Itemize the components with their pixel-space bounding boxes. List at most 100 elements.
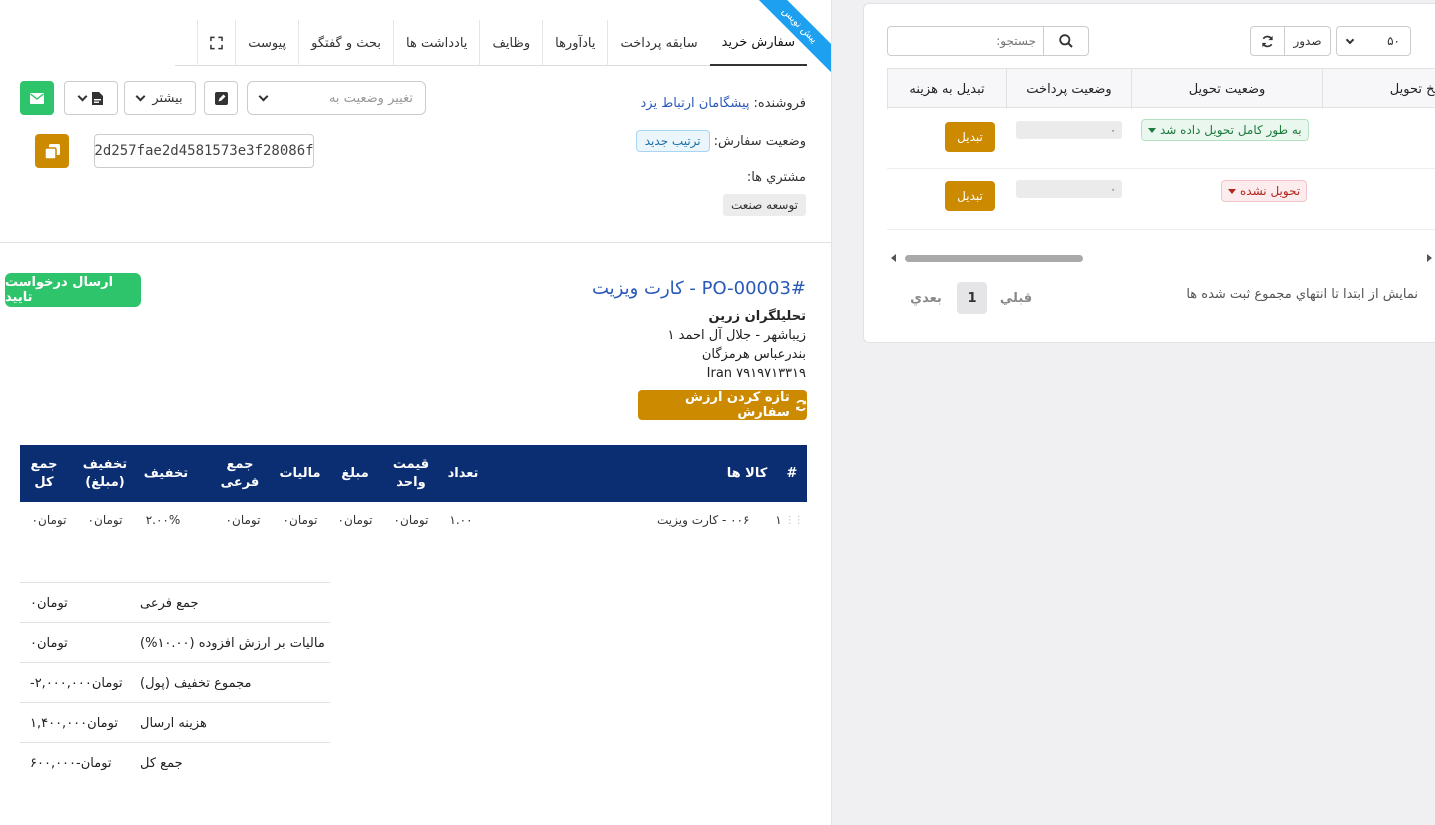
convert-button[interactable]: تبدیل: [945, 181, 995, 211]
more-label: بیشتر: [152, 90, 183, 106]
order-status-label: وضعیت سفارش:: [713, 133, 806, 149]
expand-icon: [210, 36, 224, 50]
edit-button[interactable]: [204, 81, 238, 115]
caret-down-icon: [1148, 127, 1156, 133]
deliveries-card: صدور ۵۰ تبدیل به هزینه وضعیت پرداخت وضعی…: [863, 3, 1435, 343]
address-line-company: تحلیلگران زرین: [708, 309, 806, 324]
header-unit-price: قیمت واحد: [392, 456, 430, 490]
export-button[interactable]: صدور: [1284, 26, 1331, 56]
order-status-badge: ترتیب جدید: [635, 130, 710, 152]
search-icon: [1059, 34, 1073, 48]
deliveries-table-header: تبدیل به هزینه وضعیت پرداخت وضعیت تحویل …: [887, 68, 1435, 109]
convert-button[interactable]: تبدیل: [945, 122, 995, 152]
summary-row-vat: مالیات بر ارزش افزوده (۱۰.۰۰%) ۰تومان: [20, 622, 330, 662]
header-discount-amount: تخفیف (مبلغ): [82, 456, 128, 490]
tab-discussion[interactable]: بحث و گفتگو: [298, 20, 393, 66]
row-unit-price: تومان۰: [393, 513, 429, 527]
chevron-down-icon: [258, 91, 269, 101]
page-size-value: ۵۰: [1387, 34, 1400, 48]
send-approval-button[interactable]: ارسال درخواست تایید: [5, 273, 141, 307]
vendor-row: فروشنده: پیشگامان ارتباط یزد: [640, 96, 806, 111]
items-table-header: # کالا ها تعداد قیمت واحد مبلغ مالیات جم…: [20, 445, 807, 502]
file-pdf-icon: [92, 91, 103, 105]
tab-payment-history[interactable]: سابقه پرداخت: [607, 20, 709, 66]
customer-tag: توسعه صنعت: [722, 194, 806, 216]
row-qty: ۱.۰۰: [449, 513, 473, 527]
items-table: # کالا ها تعداد قیمت واحد مبلغ مالیات جم…: [20, 445, 807, 538]
delivery-status-badge[interactable]: به طور کامل تحویل داده شد: [1141, 119, 1309, 141]
order-status-row: وضعیت سفارش: ترتیب جدید: [635, 130, 806, 152]
tab-tasks[interactable]: وظایف: [479, 20, 542, 66]
refresh-icon: [795, 399, 807, 411]
row-subtotal: تومان۰: [225, 513, 261, 527]
order-hash-field[interactable]: 2d257fae2d4581573e3f28086f: [94, 134, 314, 168]
customers-label: مشتري ها:: [746, 170, 806, 185]
header-qty: تعداد: [447, 465, 479, 481]
tab-notes[interactable]: یادداشت ها: [393, 20, 479, 66]
status-change-select[interactable]: تغییر وضعیت به: [247, 81, 426, 115]
tab-reminders[interactable]: یادآورها: [542, 20, 607, 66]
chevron-down-icon: [135, 91, 146, 101]
reload-button[interactable]: [1250, 26, 1285, 56]
header-payment-status[interactable]: وضعیت پرداخت: [1006, 69, 1131, 109]
fullscreen-button[interactable]: [197, 20, 235, 66]
chevron-down-icon: [77, 91, 88, 101]
caret-down-icon: [1228, 188, 1236, 194]
row-total: تومان۰: [31, 513, 67, 527]
scroll-right-icon[interactable]: [1427, 254, 1432, 262]
page-size-select[interactable]: ۵۰: [1336, 26, 1411, 56]
row-discount: ۲.۰۰%: [145, 513, 181, 527]
scroll-left-icon[interactable]: [891, 254, 896, 262]
vendor-label: فروشنده:: [753, 96, 807, 111]
search-input[interactable]: [888, 27, 1044, 55]
header-delivery-status[interactable]: وضعیت تحویل: [1131, 69, 1322, 109]
more-dropdown[interactable]: بیشتر: [124, 81, 196, 115]
row-discount-amount: تومان۰: [87, 513, 123, 527]
tab-purchase-order[interactable]: سفارش خرید: [709, 20, 807, 66]
payment-status-value: ۰: [1016, 180, 1122, 198]
section-divider: [0, 242, 831, 243]
table-row: تبدیل ۰ تحویل نشده: [887, 169, 1435, 230]
pager-info: نمایش از ابتدا تا انتهاي مجموع ثبت شده ه…: [1186, 287, 1418, 302]
horizontal-scrollbar[interactable]: [887, 252, 1435, 264]
copy-button[interactable]: [35, 134, 69, 168]
refresh-order-label: تازه کردن ارزش سفارش: [685, 390, 790, 420]
row-index: ۱ ⋮⋮: [775, 513, 804, 527]
drag-handle-icon[interactable]: ⋮⋮: [785, 515, 804, 526]
table-row: تبدیل ۰ به طور کامل تحویل داده شد: [887, 108, 1435, 169]
pdf-dropdown[interactable]: [64, 81, 118, 115]
tab-bar: سفارش خرید سابقه پرداخت یادآورها وظایف ی…: [175, 20, 807, 66]
header-convert-to-expense[interactable]: تبدیل به هزینه: [887, 69, 1006, 109]
next-page-button[interactable]: بعدي: [906, 282, 946, 314]
row-amount: تومان۰: [337, 513, 373, 527]
summary-row-discount: مجموع تخفیف (پول) -تومان۲,۰۰۰,۰۰۰: [20, 662, 330, 702]
refresh-icon: [1262, 35, 1273, 47]
search-button[interactable]: [1043, 27, 1088, 55]
tab-attachments[interactable]: پیوست: [235, 20, 298, 66]
vendor-link[interactable]: پیشگامان ارتباط یزد: [640, 96, 749, 111]
order-summary: جمع فرعی تومان۰ مالیات بر ارزش افزوده (۱…: [20, 582, 330, 782]
status-select-placeholder: تغییر وضعیت به: [328, 90, 413, 106]
refresh-order-value-button[interactable]: تازه کردن ارزش سفارش: [638, 390, 807, 420]
address-line-street: زیباشهر - جلال آل احمد ۱: [667, 328, 806, 343]
prev-page-button[interactable]: قبلي: [996, 282, 1036, 314]
summary-row-total: جمع کل تومان-۶۰۰,۰۰۰: [20, 742, 330, 782]
page-number-button[interactable]: 1: [957, 282, 987, 314]
envelope-icon: [30, 92, 44, 104]
row-item-name: ۰۰۶ - کارت ویزیت: [657, 513, 750, 527]
edit-icon: [214, 91, 228, 105]
delivery-status-badge[interactable]: تحویل نشده: [1221, 180, 1308, 202]
email-button[interactable]: [20, 81, 54, 115]
po-title: #PO-00003 - کارت ویزیت: [591, 278, 806, 299]
header-delivery-date[interactable]: تاریخ تحویل: [1322, 69, 1435, 109]
row-tax: تومان۰: [282, 513, 318, 527]
copy-icon: [44, 143, 60, 159]
address-line-city: بندرعباس هرمزگان: [701, 347, 806, 362]
chevron-down-icon: [1345, 35, 1355, 44]
search-field: [887, 26, 1089, 56]
header-amount: مبلغ: [341, 465, 369, 481]
payment-status-value: ۰: [1016, 121, 1122, 139]
summary-row-shipping: هزینه ارسال تومان۱,۴۰۰,۰۰۰: [20, 702, 330, 742]
scrollbar-thumb[interactable]: [905, 255, 1083, 262]
purchase-order-panel: پیش نویس سفارش خرید سابقه پرداخت یادآوره…: [0, 0, 832, 825]
